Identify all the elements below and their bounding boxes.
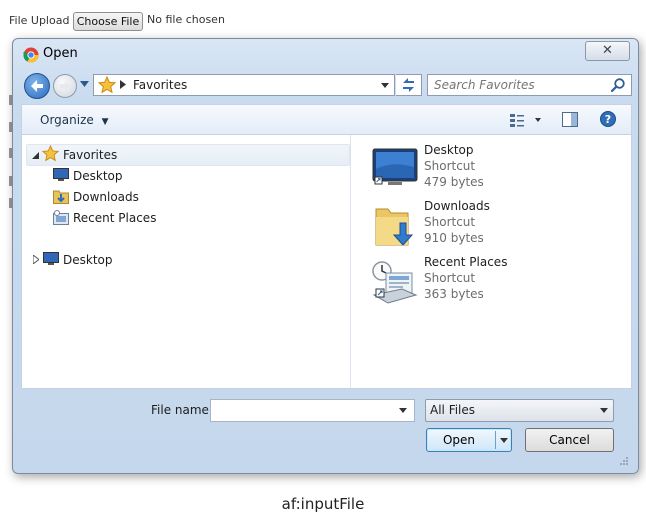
back-arrow-icon — [31, 80, 43, 92]
resize-grip-icon[interactable] — [619, 456, 629, 466]
command-bar: Organize ▼ ? — [21, 104, 632, 134]
file-size: 910 bytes — [424, 231, 484, 245]
change-view-button[interactable] — [509, 112, 545, 128]
file-name: Downloads — [424, 199, 490, 213]
svg-text:?: ? — [605, 113, 611, 126]
file-item-recent-places[interactable]: Recent Places Shortcut 363 bytes — [352, 255, 622, 307]
breadcrumb-favorites[interactable]: Favorites — [133, 78, 187, 92]
file-size: 479 bytes — [424, 175, 484, 189]
file-name-dropdown-icon[interactable] — [399, 408, 407, 413]
file-upload-label: File Upload — [9, 14, 70, 27]
forward-arrow-icon — [60, 81, 70, 91]
file-type-dropdown-icon — [600, 408, 608, 413]
favorites-star-icon — [42, 145, 59, 162]
help-icon: ? — [600, 111, 616, 127]
help-button[interactable]: ? — [600, 111, 616, 127]
organize-button[interactable]: Organize ▼ — [40, 113, 109, 127]
file-name-label: File name: — [151, 403, 213, 417]
file-name: Desktop — [424, 143, 474, 157]
dialog-title: Open — [43, 46, 78, 61]
collapsed-arrow-icon[interactable] — [33, 255, 39, 264]
file-list[interactable]: Desktop Shortcut 479 bytes Downloads Sho… — [352, 135, 631, 388]
refresh-button[interactable] — [396, 74, 422, 96]
search-icon[interactable] — [610, 77, 626, 93]
downloads-folder-icon — [375, 208, 414, 246]
choose-file-button[interactable]: Choose File — [73, 12, 143, 31]
file-name-input[interactable] — [214, 402, 390, 418]
preview-pane-button[interactable] — [562, 112, 578, 127]
favorites-star-icon — [98, 76, 116, 94]
desktop-icon — [53, 168, 69, 181]
file-name: Recent Places — [424, 255, 508, 269]
chrome-icon — [23, 47, 39, 63]
forward-button[interactable] — [53, 74, 77, 98]
file-item-downloads[interactable]: Downloads Shortcut 910 bytes — [352, 199, 622, 251]
file-type-select[interactable]: All Files — [425, 399, 614, 422]
file-item-desktop[interactable]: Desktop Shortcut 479 bytes — [352, 143, 622, 195]
address-bar[interactable]: Favorites — [93, 74, 395, 96]
expanded-arrow-icon[interactable] — [32, 152, 39, 159]
no-file-chosen-text: No file chosen — [147, 13, 225, 26]
background-page-fragments — [0, 40, 12, 220]
refresh-icon — [403, 78, 414, 92]
recent-places-icon — [372, 261, 418, 304]
open-button[interactable]: Open — [426, 428, 512, 452]
organize-label: Organize — [40, 113, 94, 127]
navigation-pane[interactable]: Favorites Desktop Downloads Recent Place… — [22, 135, 351, 388]
recent-pages-dropdown-icon[interactable] — [80, 81, 89, 87]
file-type-value: All Files — [430, 403, 476, 417]
downloads-icon — [53, 190, 69, 204]
close-icon: ✕ — [602, 43, 613, 58]
search-box[interactable] — [427, 74, 632, 96]
file-name-combobox[interactable] — [210, 399, 415, 422]
close-button[interactable]: ✕ — [585, 41, 630, 61]
open-button-label: Open — [442, 433, 476, 447]
breadcrumb-chevron-icon[interactable] — [120, 80, 126, 89]
nav-item-favorites[interactable]: Favorites — [63, 148, 117, 162]
nav-item-recent-places[interactable]: Recent Places — [73, 211, 156, 225]
preview-pane-icon — [562, 112, 578, 127]
nav-item-downloads[interactable]: Downloads — [73, 190, 139, 204]
open-options-dropdown-icon[interactable] — [500, 438, 508, 443]
file-type: Shortcut — [424, 271, 476, 285]
desktop-icon — [372, 148, 418, 185]
views-icon — [510, 114, 541, 127]
file-size: 363 bytes — [424, 287, 484, 301]
open-dialog: Open ✕ Favorites Search Favorites Organi… — [12, 38, 639, 474]
recent-places-icon — [53, 210, 69, 225]
cancel-button[interactable]: Cancel — [525, 428, 614, 452]
nav-item-desktop[interactable]: Desktop — [73, 169, 123, 183]
file-type: Shortcut — [424, 215, 476, 229]
caption: af:inputFile — [281, 495, 365, 513]
content-area: Favorites Desktop Downloads Recent Place… — [21, 134, 632, 389]
back-button[interactable] — [24, 73, 50, 99]
desktop-icon — [43, 252, 59, 265]
search-input[interactable] — [434, 77, 604, 92]
organize-dropdown-icon: ▼ — [101, 117, 109, 127]
nav-item-desktop-root[interactable]: Desktop — [63, 253, 113, 267]
open-button-divider — [495, 431, 496, 449]
address-dropdown-icon[interactable] — [381, 83, 389, 88]
file-type: Shortcut — [424, 159, 476, 173]
